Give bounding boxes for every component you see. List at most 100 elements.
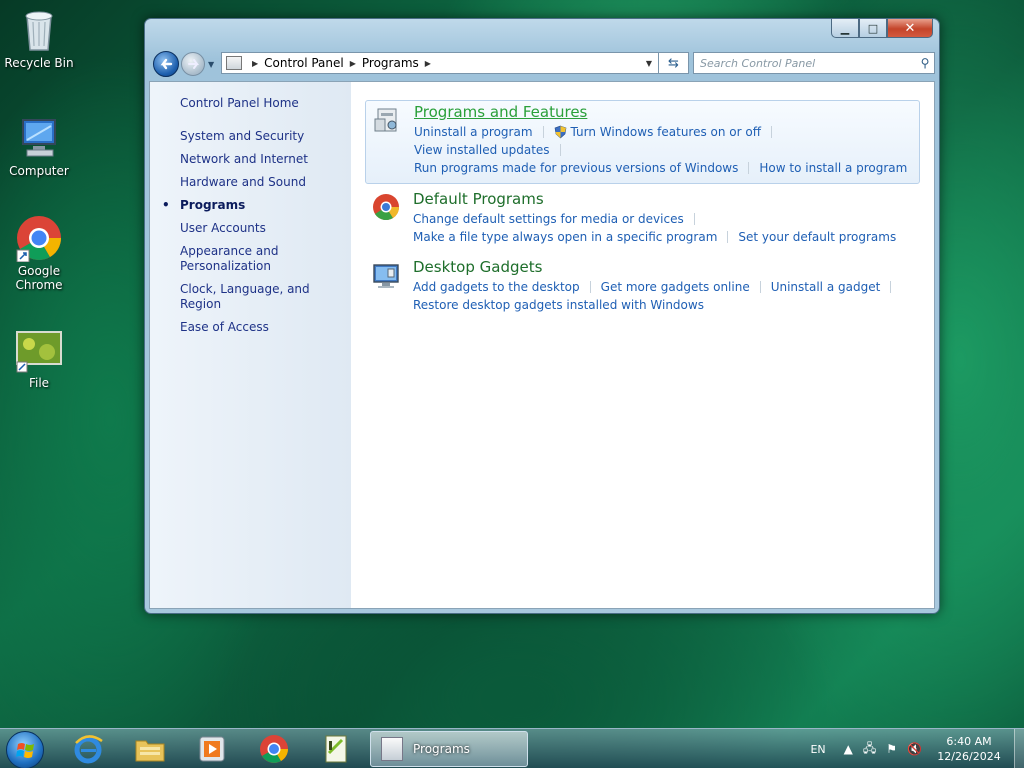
taskbar-notepad-plus-plus[interactable] bbox=[320, 733, 352, 765]
volume-muted-icon[interactable]: 🔇 bbox=[907, 742, 922, 756]
search-input[interactable] bbox=[700, 54, 916, 72]
desktop-icon-computer[interactable]: Computer bbox=[4, 114, 74, 178]
windows-logo-icon bbox=[16, 743, 34, 758]
chevron-right-icon[interactable]: ▶ bbox=[425, 59, 431, 68]
notepad-plus-plus-icon bbox=[325, 735, 347, 763]
network-icon[interactable]: 🖧 bbox=[863, 739, 876, 760]
divider bbox=[759, 281, 761, 293]
desktop-icon-label: Google Chrome bbox=[15, 264, 63, 292]
taskbar-file-explorer[interactable] bbox=[134, 733, 166, 765]
restore-gadgets-link[interactable]: Restore desktop gadgets installed with W… bbox=[413, 296, 704, 314]
breadcrumb-control-panel[interactable]: Control Panel bbox=[264, 56, 344, 70]
breadcrumb-programs[interactable]: Programs bbox=[362, 56, 419, 70]
internet-explorer-icon bbox=[74, 735, 103, 764]
programs-features-icon bbox=[374, 108, 397, 132]
show-hidden-icons-chevron-up-icon[interactable]: ▲ bbox=[844, 742, 853, 756]
taskbar-internet-explorer[interactable] bbox=[72, 733, 104, 765]
divider bbox=[727, 231, 729, 243]
chevron-right-icon[interactable]: ▶ bbox=[350, 59, 356, 68]
close-button[interactable]: ✕ bbox=[887, 19, 933, 38]
link-row: Run programs made for previous versions … bbox=[414, 159, 911, 177]
chevron-right-icon[interactable]: ▶ bbox=[252, 59, 258, 68]
chrome-icon bbox=[15, 214, 63, 263]
start-button[interactable] bbox=[6, 731, 44, 768]
sidebar-item-programs[interactable]: Programs bbox=[150, 198, 351, 213]
chevron-down-icon[interactable]: ▼ bbox=[646, 59, 652, 68]
arrow-left-icon bbox=[160, 58, 173, 70]
uninstall-gadget-link[interactable]: Uninstall a gadget bbox=[771, 278, 881, 296]
link-row: Uninstall a program Turn Windows feature… bbox=[414, 123, 911, 159]
recycle-bin-icon bbox=[15, 6, 63, 54]
clock-time: 6:40 AM bbox=[946, 735, 992, 748]
get-more-gadgets-link[interactable]: Get more gadgets online bbox=[601, 278, 750, 296]
show-desktop-button[interactable] bbox=[1014, 729, 1024, 768]
desktop-icon-label: Computer bbox=[9, 164, 69, 178]
action-center-flag-icon[interactable]: ⚑ bbox=[886, 742, 897, 756]
link-row: Restore desktop gadgets installed with W… bbox=[413, 296, 912, 314]
uninstall-program-link[interactable]: Uninstall a program bbox=[414, 123, 533, 141]
sidebar-item-system-and-security[interactable]: System and Security bbox=[150, 129, 351, 144]
taskbar: Programs EN ▲ 🖧 ⚑ 🔇 6:40 AM 12/26/2024 bbox=[0, 728, 1024, 768]
divider bbox=[542, 126, 544, 138]
how-to-install-program-link[interactable]: How to install a program bbox=[759, 159, 907, 177]
divider bbox=[589, 281, 591, 293]
category-programs-and-features: Programs and Features Uninstall a progra… bbox=[365, 100, 920, 184]
computer-icon bbox=[15, 114, 63, 162]
programs-and-features-link[interactable]: Programs and Features bbox=[414, 103, 911, 121]
link-row: Add gadgets to the desktop Get more gadg… bbox=[413, 278, 912, 296]
desktop-icon-file[interactable]: File bbox=[4, 326, 74, 390]
clock[interactable]: 6:40 AM 12/26/2024 bbox=[932, 734, 1006, 764]
add-gadgets-link[interactable]: Add gadgets to the desktop bbox=[413, 278, 580, 296]
divider bbox=[693, 213, 695, 225]
sidebar-item-clock-language-region[interactable]: Clock, Language, and Region bbox=[150, 282, 351, 312]
sidebar-item-ease-of-access[interactable]: Ease of Access bbox=[150, 320, 351, 335]
desktop-icon-google-chrome[interactable]: Google Chrome bbox=[4, 214, 74, 292]
media-player-icon bbox=[199, 736, 225, 762]
minimize-button[interactable]: ▁ bbox=[831, 19, 859, 38]
divider bbox=[771, 126, 773, 138]
view-installed-updates-link[interactable]: View installed updates bbox=[414, 141, 550, 159]
desktop-gadgets-link[interactable]: Desktop Gadgets bbox=[413, 258, 912, 276]
default-programs-link[interactable]: Default Programs bbox=[413, 190, 912, 208]
control-panel-icon bbox=[381, 737, 403, 761]
turn-windows-features-link[interactable]: Turn Windows features on or off bbox=[571, 123, 762, 141]
address-bar[interactable]: ▶ Control Panel ▶ Programs ▶ ▼ bbox=[221, 52, 659, 74]
folder-icon bbox=[135, 740, 165, 762]
category-default-programs: Default Programs Change default settings… bbox=[365, 188, 920, 252]
desktop-icon-label: File bbox=[28, 376, 50, 390]
run-legacy-programs-link[interactable]: Run programs made for previous versions … bbox=[414, 159, 738, 177]
desktop-icon-label: Recycle Bin bbox=[4, 56, 74, 70]
search-box[interactable]: ⚲ bbox=[693, 52, 935, 74]
control-panel-window: ▁ □ ✕ ▼ ▶ Control Panel ▶ Programs ▶ ▼ ⇆… bbox=[144, 18, 940, 614]
sidebar-item-appearance-and-personalization[interactable]: Appearance and Personalization bbox=[150, 244, 320, 274]
image-file-icon bbox=[15, 326, 63, 374]
recent-pages-dropdown[interactable]: ▼ bbox=[208, 60, 214, 69]
change-default-media-settings-link[interactable]: Change default settings for media or dev… bbox=[413, 210, 684, 228]
desktop-icon-recycle-bin[interactable]: Recycle Bin bbox=[4, 6, 74, 70]
refresh-button[interactable]: ⇆ bbox=[659, 52, 689, 74]
divider bbox=[748, 162, 750, 174]
sidebar-item-user-accounts[interactable]: User Accounts bbox=[150, 221, 351, 236]
sidebar-item-hardware-and-sound[interactable]: Hardware and Sound bbox=[150, 175, 351, 190]
file-type-association-link[interactable]: Make a file type always open in a specif… bbox=[413, 228, 717, 246]
language-indicator[interactable]: EN bbox=[810, 743, 825, 756]
search-icon[interactable]: ⚲ bbox=[916, 56, 934, 70]
link-row: Make a file type always open in a specif… bbox=[413, 228, 912, 246]
divider bbox=[890, 281, 892, 293]
uac-shield-icon bbox=[554, 125, 566, 139]
set-default-programs-link[interactable]: Set your default programs bbox=[738, 228, 896, 246]
forward-button[interactable] bbox=[181, 52, 205, 76]
back-button[interactable] bbox=[153, 51, 179, 77]
sidebar: Control Panel Home System and Security N… bbox=[150, 82, 351, 608]
taskbar-media-player[interactable] bbox=[196, 733, 228, 765]
taskbar-task-label: Programs bbox=[413, 742, 470, 756]
window-content: Control Panel Home System and Security N… bbox=[149, 81, 935, 609]
sidebar-item-network-and-internet[interactable]: Network and Internet bbox=[150, 152, 351, 167]
desktop-gadgets-icon bbox=[373, 264, 399, 288]
taskbar-google-chrome[interactable] bbox=[258, 733, 290, 765]
taskbar-task-programs[interactable]: Programs bbox=[370, 731, 528, 767]
maximize-button[interactable]: □ bbox=[859, 19, 887, 38]
sidebar-item-control-panel-home[interactable]: Control Panel Home bbox=[150, 96, 351, 111]
divider bbox=[559, 144, 561, 156]
category-desktop-gadgets: Desktop Gadgets Add gadgets to the deskt… bbox=[365, 256, 920, 320]
